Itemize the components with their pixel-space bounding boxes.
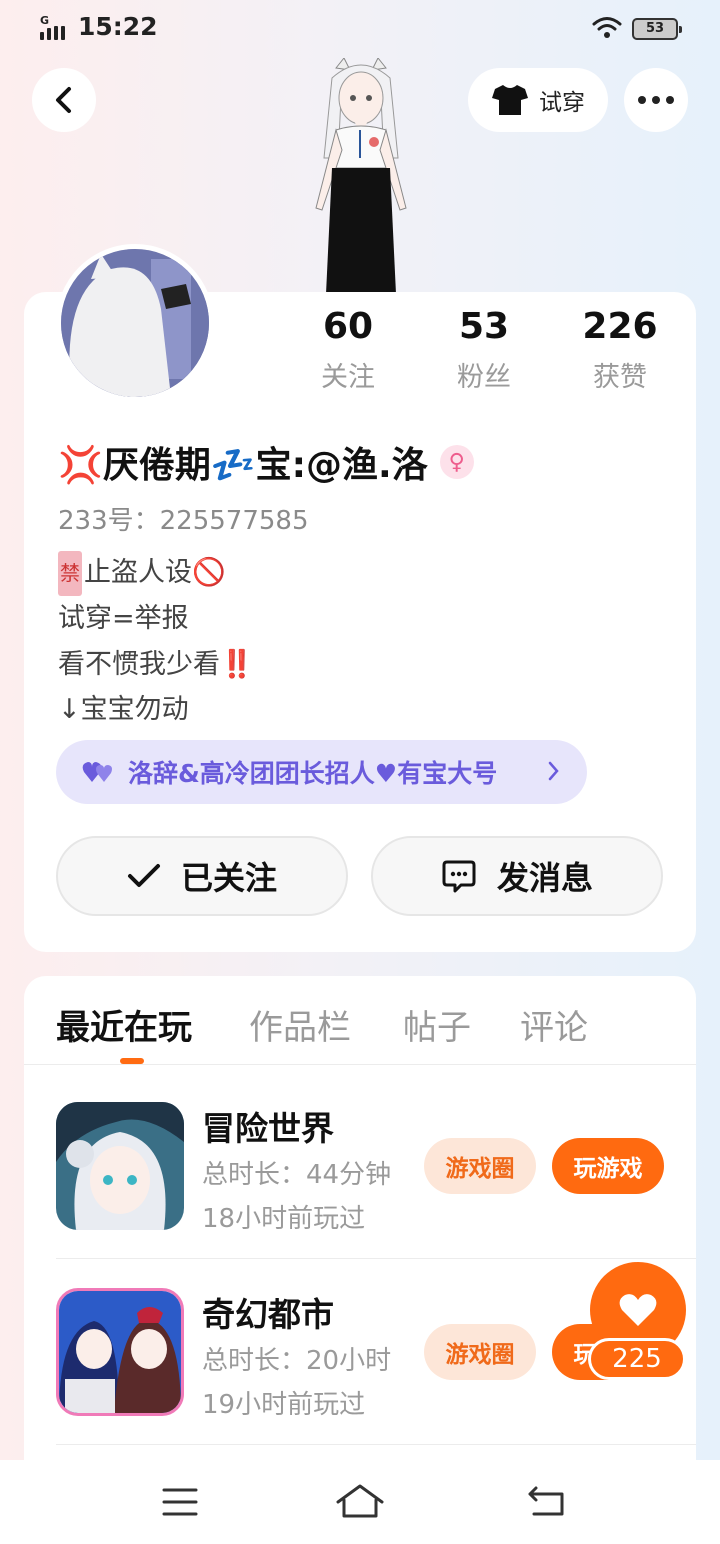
back-button[interactable] bbox=[32, 68, 96, 132]
nickname-text: 💢厌倦期💤宝:@渔.洛 bbox=[58, 445, 428, 486]
nickname: 💢厌倦期💤宝:@渔.洛 ♀ bbox=[58, 436, 474, 488]
signal-icon: G bbox=[40, 14, 74, 40]
bio-line: 禁止盗人设🚫 bbox=[58, 550, 254, 597]
female-icon: ♀ bbox=[439, 445, 474, 479]
list-item[interactable]: 冒险世界 总时长：44分钟 18小时前玩过 游戏圈 玩游戏 bbox=[56, 1102, 696, 1288]
stat-label: 粉丝 bbox=[457, 362, 511, 393]
divider bbox=[56, 1258, 696, 1259]
tab-posts[interactable]: 帖子 bbox=[403, 1000, 471, 1049]
more-icon bbox=[638, 96, 646, 104]
menu-icon[interactable] bbox=[150, 1480, 210, 1524]
stat-value: 53 bbox=[458, 306, 510, 347]
like-count: 225 bbox=[588, 1338, 686, 1380]
message-label: 发消息 bbox=[496, 859, 593, 897]
divider bbox=[24, 1064, 696, 1065]
back-arrow-icon bbox=[56, 87, 71, 113]
heart-icon bbox=[619, 1294, 657, 1326]
group-label: 洛辞&高冷团团长招人♥有宝大号 bbox=[128, 759, 498, 788]
followed-button[interactable]: 已关注 bbox=[56, 836, 348, 916]
chat-icon bbox=[442, 860, 476, 893]
avatar[interactable] bbox=[56, 244, 214, 402]
more-button[interactable] bbox=[624, 68, 688, 132]
user-id: 233号：225577585 bbox=[58, 506, 309, 536]
game-icon bbox=[56, 1288, 184, 1416]
home-icon[interactable] bbox=[330, 1480, 390, 1524]
divider bbox=[56, 1444, 696, 1445]
followed-label: 已关注 bbox=[180, 859, 277, 897]
battery-icon: 53 bbox=[632, 18, 682, 40]
network-type: G bbox=[40, 14, 50, 27]
game-duration: 总时长：20小时 bbox=[202, 1346, 392, 1376]
system-nav-bar bbox=[0, 1460, 720, 1544]
game-name: 奇幻都市 bbox=[202, 1295, 334, 1334]
tab-comments[interactable]: 评论 bbox=[520, 1000, 588, 1049]
group-link[interactable]: 洛辞&高冷团团长招人♥有宝大号 bbox=[56, 740, 587, 804]
try-on-label: 试穿 bbox=[539, 90, 585, 116]
game-last-played: 18小时前玩过 bbox=[202, 1204, 366, 1234]
game-name: 冒险世界 bbox=[202, 1109, 334, 1148]
shirt-icon bbox=[492, 85, 528, 115]
game-last-played: 19小时前玩过 bbox=[202, 1390, 366, 1420]
return-icon[interactable] bbox=[518, 1480, 578, 1524]
tab-works[interactable]: 作品栏 bbox=[249, 1000, 351, 1049]
wifi-icon bbox=[592, 17, 622, 38]
chevron-right-icon bbox=[548, 761, 559, 781]
tab-recent[interactable]: 最近在玩 bbox=[56, 1000, 192, 1049]
game-circle-button[interactable]: 游戏圈 bbox=[424, 1138, 536, 1194]
stat-label: 获赞 bbox=[593, 362, 647, 393]
game-duration: 总时长：44分钟 bbox=[202, 1160, 392, 1190]
check-icon bbox=[127, 864, 160, 887]
game-circle-button[interactable]: 游戏圈 bbox=[424, 1324, 536, 1380]
play-game-button[interactable]: 玩游戏 bbox=[552, 1138, 664, 1194]
bio-line: 试穿=举报 bbox=[58, 603, 189, 635]
stat-label: 关注 bbox=[321, 362, 375, 393]
try-on-button[interactable]: 试穿 bbox=[468, 68, 608, 132]
character-figure bbox=[315, 58, 407, 294]
stat-likes[interactable]: 226 获赞 bbox=[555, 306, 685, 394]
ban-badge: 禁 bbox=[58, 550, 82, 597]
bio-text: 止盗人设🚫 bbox=[84, 557, 226, 588]
bio-line: ↓宝宝勿动 bbox=[58, 694, 189, 726]
status-bar: G 15:22 53 bbox=[0, 0, 720, 56]
message-button[interactable]: 发消息 bbox=[371, 836, 663, 916]
stat-value: 226 bbox=[582, 306, 658, 347]
bio-line: 看不惯我少看‼️ bbox=[58, 648, 254, 680]
stat-value: 60 bbox=[322, 306, 374, 347]
game-icon bbox=[56, 1102, 184, 1230]
stat-following[interactable]: 60 关注 bbox=[283, 306, 413, 394]
heart-pair-icon bbox=[82, 762, 112, 782]
clock: 15:22 bbox=[78, 12, 158, 41]
battery-level: 53 bbox=[645, 21, 665, 36]
avatar-image bbox=[61, 249, 209, 397]
bio: 禁止盗人设🚫 试穿=举报 看不惯我少看‼️ ↓宝宝勿动 bbox=[58, 550, 254, 733]
stat-fans[interactable]: 53 粉丝 bbox=[419, 306, 549, 394]
